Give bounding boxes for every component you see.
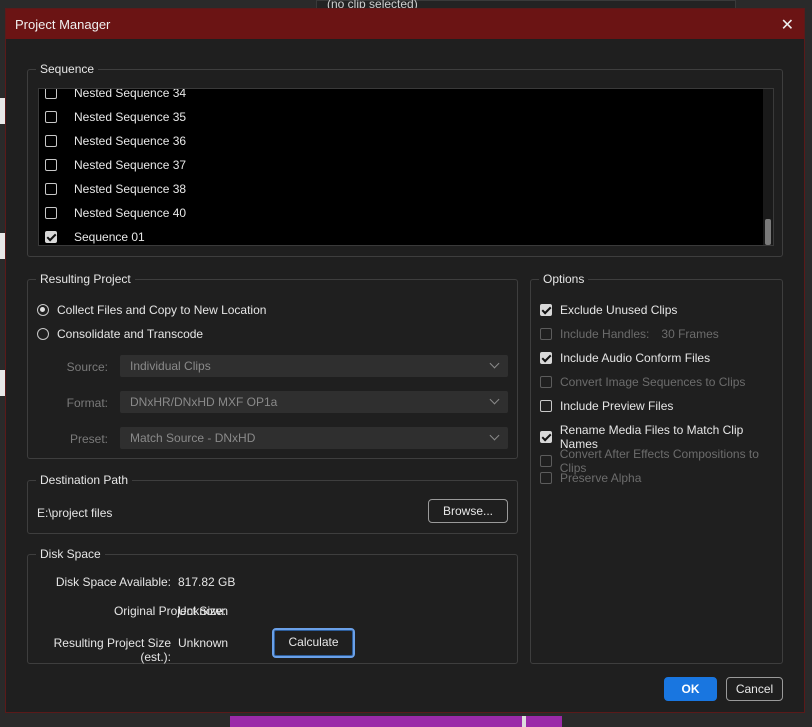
consolidate-radio[interactable] xyxy=(37,328,49,340)
include-audio-conform-option[interactable]: Include Audio Conform Files xyxy=(540,351,710,365)
preserve-alpha-option[interactable]: Preserve Alpha xyxy=(540,471,641,485)
convert-image-sequences-checkbox[interactable] xyxy=(540,376,552,388)
disk-space-label: Disk Space xyxy=(36,547,105,561)
convert-image-sequences-label: Convert Image Sequences to Clips xyxy=(560,375,746,389)
sequence-label: Nested Sequence 34 xyxy=(74,88,187,100)
resulting-project-group: Resulting Project Collect Files and Copy… xyxy=(27,272,518,459)
sequence-list[interactable]: Nested Sequence 34 Nested Sequence 35 Ne… xyxy=(38,88,774,246)
format-value: DNxHR/DNxHD MXF OP1a xyxy=(130,395,278,409)
collect-option[interactable]: Collect Files and Copy to New Location xyxy=(37,303,266,317)
sequence-checkbox[interactable] xyxy=(45,207,57,219)
exclude-unused-option[interactable]: Exclude Unused Clips xyxy=(540,303,677,317)
cancel-button[interactable]: Cancel xyxy=(726,677,783,701)
sequence-scrollbar[interactable] xyxy=(763,89,773,245)
options-group: Options Exclude Unused Clips Include Han… xyxy=(530,272,783,664)
include-preview-option[interactable]: Include Preview Files xyxy=(540,399,673,413)
sequence-checkbox[interactable] xyxy=(45,183,57,195)
scrollbar-thumb[interactable] xyxy=(765,219,771,245)
sequence-label: Nested Sequence 40 xyxy=(74,206,187,220)
exclude-unused-label: Exclude Unused Clips xyxy=(560,303,678,317)
resulting-size-value: Unknown xyxy=(178,636,229,650)
preserve-alpha-label: Preserve Alpha xyxy=(560,471,642,485)
sequence-checkbox[interactable] xyxy=(45,111,57,123)
convert-ae-checkbox[interactable] xyxy=(540,455,552,467)
chevron-down-icon xyxy=(489,430,500,441)
preset-select[interactable]: Match Source - DNxHD xyxy=(120,427,508,449)
source-value: Individual Clips xyxy=(130,359,211,373)
list-item[interactable]: Nested Sequence 37 xyxy=(39,153,773,177)
project-manager-dialog: Project Manager ✕ Sequence Nested Sequen… xyxy=(5,8,805,713)
include-audio-conform-checkbox[interactable] xyxy=(540,352,552,364)
chevron-down-icon xyxy=(489,358,500,369)
resulting-project-label: Resulting Project xyxy=(36,272,135,286)
collect-radio[interactable] xyxy=(37,304,49,316)
sequence-label: Nested Sequence 38 xyxy=(74,182,187,196)
sequence-checkbox[interactable] xyxy=(45,159,57,171)
resulting-size-label: Resulting Project Size (est.): xyxy=(53,636,171,664)
include-handles-option[interactable]: Include Handles: 30 Frames xyxy=(540,327,719,341)
list-item[interactable]: Sequence 01 xyxy=(39,225,773,245)
disk-space-group: Disk Space Disk Space Available: 817.82 … xyxy=(27,547,518,664)
sequence-label: Sequence 01 xyxy=(74,230,145,244)
preset-label: Preset: xyxy=(69,432,108,446)
sequence-checkbox[interactable] xyxy=(45,89,57,99)
sequence-label: Nested Sequence 35 xyxy=(74,110,187,124)
sequence-checkbox[interactable] xyxy=(45,135,57,147)
list-item[interactable]: Nested Sequence 36 xyxy=(39,129,773,153)
list-item[interactable]: Nested Sequence 40 xyxy=(39,201,773,225)
destination-label: Destination Path xyxy=(36,473,133,487)
handles-value[interactable]: 30 Frames xyxy=(661,327,718,341)
sequence-checkbox[interactable] xyxy=(45,231,57,243)
include-audio-conform-label: Include Audio Conform Files xyxy=(560,351,711,365)
ok-button[interactable]: OK xyxy=(664,677,717,701)
original-size-value: Unknown xyxy=(178,604,229,618)
calculate-button[interactable]: Calculate xyxy=(272,628,355,658)
chevron-down-icon xyxy=(489,394,500,405)
sequence-label: Nested Sequence 37 xyxy=(74,158,187,172)
close-icon[interactable]: ✕ xyxy=(781,15,794,35)
consolidate-option[interactable]: Consolidate and Transcode xyxy=(37,327,203,341)
options-label: Options xyxy=(539,272,589,286)
source-select[interactable]: Individual Clips xyxy=(120,355,508,377)
destination-group: Destination Path E:\project files Browse… xyxy=(27,473,518,534)
include-handles-checkbox[interactable] xyxy=(540,328,552,340)
preset-value: Match Source - DNxHD xyxy=(130,431,256,445)
dialog-titlebar: Project Manager ✕ xyxy=(6,9,804,39)
background-timeline-clip xyxy=(230,716,562,727)
include-handles-label: Include Handles: xyxy=(560,327,650,341)
dialog-title: Project Manager xyxy=(15,17,111,32)
rename-media-checkbox[interactable] xyxy=(540,431,552,443)
sequence-group-label: Sequence xyxy=(36,62,99,76)
sequence-label: Nested Sequence 36 xyxy=(74,134,187,148)
disk-available-value: 817.82 GB xyxy=(178,575,236,589)
convert-image-sequences-option[interactable]: Convert Image Sequences to Clips xyxy=(540,375,745,389)
source-label: Source: xyxy=(66,360,108,374)
list-item[interactable]: Nested Sequence 35 xyxy=(39,105,773,129)
destination-path: E:\project files xyxy=(37,506,113,520)
collect-label: Collect Files and Copy to New Location xyxy=(57,303,267,317)
include-preview-checkbox[interactable] xyxy=(540,400,552,412)
exclude-unused-checkbox[interactable] xyxy=(540,304,552,316)
sequence-group: Sequence Nested Sequence 34 Nested Seque… xyxy=(27,62,783,257)
consolidate-label: Consolidate and Transcode xyxy=(57,327,204,341)
list-item[interactable]: Nested Sequence 34 xyxy=(39,88,773,105)
format-select[interactable]: DNxHR/DNxHD MXF OP1a xyxy=(120,391,508,413)
browse-button[interactable]: Browse... xyxy=(428,499,508,523)
disk-available-label: Disk Space Available: xyxy=(55,575,171,589)
include-preview-label: Include Preview Files xyxy=(560,399,674,413)
list-item[interactable]: Nested Sequence 38 xyxy=(39,177,773,201)
format-label: Format: xyxy=(66,396,108,410)
preserve-alpha-checkbox[interactable] xyxy=(540,472,552,484)
